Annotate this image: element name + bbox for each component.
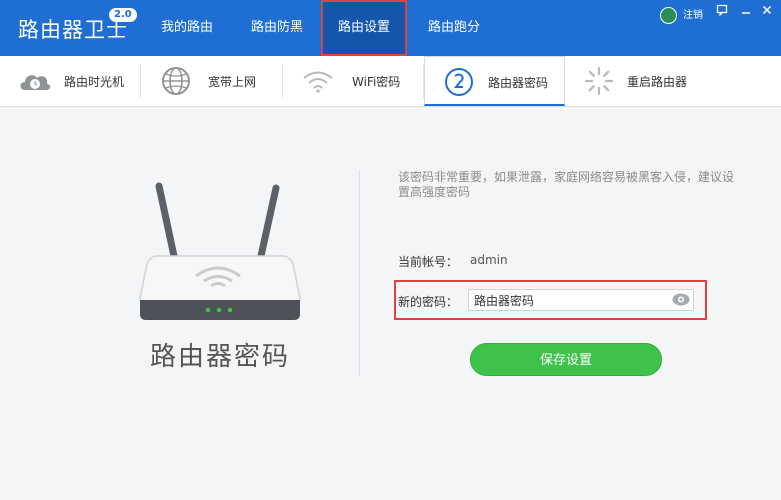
chat-icon[interactable] [715, 4, 729, 18]
globe-icon [162, 67, 190, 95]
tab-router-security[interactable]: 路由防黑 [234, 0, 320, 56]
router-illustration [139, 182, 301, 320]
eye-icon[interactable] [672, 293, 690, 306]
wifi-icon [303, 71, 333, 93]
tab-router-settings[interactable]: 路由设置 [321, 0, 407, 56]
subtab-label: 路由器密码 [488, 76, 549, 90]
subtab-label: WiFi密码 [352, 75, 401, 89]
subtab-label: 路由时光机 [64, 75, 125, 89]
restart-icon [584, 66, 614, 96]
user-avatar-icon[interactable] [660, 7, 677, 24]
subtab-label: 宽带上网 [208, 75, 257, 89]
tab-my-router[interactable]: 我的路由 [143, 0, 231, 56]
subtab-router-time-machine[interactable]: 路由时光机 [0, 56, 141, 106]
logout-link[interactable]: 注销 [683, 6, 703, 21]
subtab-restart-router[interactable]: 重启路由器 [565, 56, 706, 106]
close-icon[interactable] [760, 4, 774, 18]
illustration-label: 路由器密码 [150, 342, 291, 372]
tab-router-benchmark[interactable]: 路由跑分 [410, 0, 498, 56]
save-button[interactable]: 保存设置 [470, 343, 662, 376]
subtab-router-password[interactable]: 路由器密码 [424, 56, 565, 106]
subtab-wifi-password[interactable]: WiFi密码 [283, 56, 424, 106]
version-badge: 2.0 [109, 8, 137, 22]
subtab-label: 重启路由器 [627, 75, 688, 89]
subtab-broadband[interactable]: 宽带上网 [141, 56, 283, 106]
cloud-clock-icon [20, 75, 51, 90]
account-label: 当前帐号： [398, 255, 459, 269]
minimize-icon[interactable] [739, 4, 753, 18]
account-value: admin [470, 253, 508, 267]
sub-nav-bar: 路由时光机 宽带上网 WiFi密码 路由器密码 重启路由器 [0, 56, 781, 107]
new-password-input[interactable] [468, 289, 694, 311]
new-password-label: 新的密码： [398, 295, 459, 309]
panel-divider [359, 170, 360, 376]
security-hint: 该密码非常重要，如果泄露，家庭网络容易被黑客入侵，建议设置高强度密码 [398, 170, 735, 199]
top-bar: 路由器卫士 2.0 我的路由 路由防黑 路由设置 路由跑分 注销 [0, 0, 781, 56]
password-icon [445, 68, 473, 96]
